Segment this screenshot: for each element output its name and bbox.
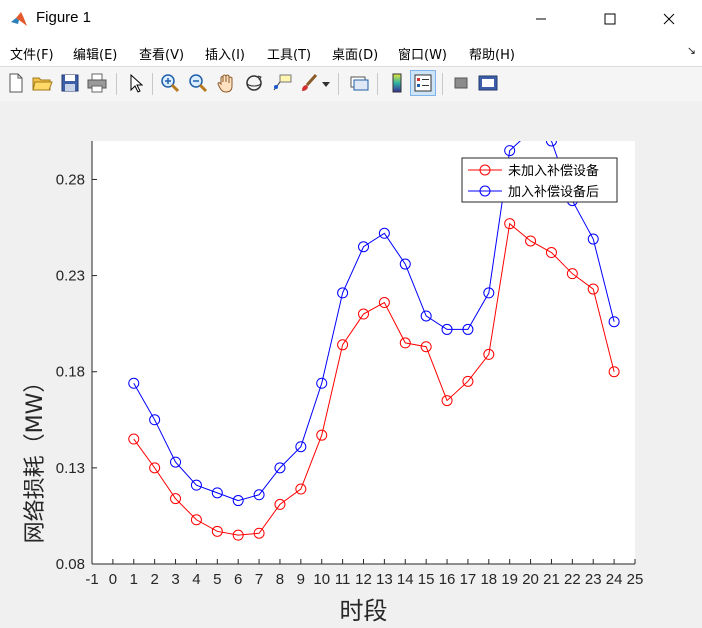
title-bar: Figure 1 [0, 0, 702, 38]
pan-hand-icon[interactable] [215, 72, 237, 94]
x-tick-label: 23 [585, 571, 602, 588]
x-tick-label: 21 [543, 571, 560, 588]
y-tick-label: 0.13 [56, 460, 85, 477]
x-tick-label: 12 [355, 571, 372, 588]
window-title: Figure 1 [36, 9, 92, 26]
menu-view[interactable]: 查看(V) [139, 44, 184, 63]
y-tick-label: 0.23 [56, 268, 85, 285]
insert-legend-icon[interactable] [412, 72, 434, 94]
x-tick-label: 22 [564, 571, 581, 588]
x-tick-label: 6 [234, 571, 242, 588]
legend-label-2: 加入补偿设备后 [508, 184, 599, 200]
menu-insert[interactable]: 插入(I) [205, 44, 245, 63]
x-tick-label: 7 [255, 571, 263, 588]
x-tick-label: 10 [313, 571, 330, 588]
minimize-button[interactable] [518, 0, 564, 38]
print-icon[interactable] [86, 72, 108, 94]
x-tick-label: 2 [150, 571, 158, 588]
minimize-icon [536, 18, 546, 20]
x-tick-label: 5 [213, 571, 221, 588]
figure-toolbar [0, 66, 702, 102]
dock-arrow-icon[interactable]: ↘ [687, 44, 696, 57]
open-file-icon[interactable] [31, 72, 53, 94]
legend-label-1: 未加入补偿设备 [508, 163, 599, 179]
close-button[interactable] [646, 0, 692, 38]
show-plot-tools-icon[interactable] [477, 72, 499, 94]
brush-icon[interactable] [298, 72, 320, 94]
x-tick-label: 17 [460, 571, 477, 588]
zoom-in-icon[interactable] [159, 72, 181, 94]
x-axis-label: 时段 [340, 597, 388, 625]
x-tick-label: 19 [501, 571, 518, 588]
zoom-out-icon[interactable] [187, 72, 209, 94]
y-axis-label: 网络损耗（MW） [23, 371, 48, 544]
x-tick-label: 8 [276, 571, 284, 588]
x-tick-label: 14 [397, 571, 414, 588]
brush-dropdown-icon[interactable] [322, 80, 330, 88]
y-tick-label: 0.08 [56, 556, 85, 573]
hide-plot-tools-icon[interactable] [450, 72, 472, 94]
x-tick-label: 16 [439, 571, 456, 588]
data-cursor-icon[interactable] [271, 72, 293, 94]
x-tick-label: 3 [171, 571, 179, 588]
menu-window[interactable]: 窗口(W) [398, 44, 447, 63]
save-icon[interactable] [59, 72, 81, 94]
x-tick-label: 0 [109, 571, 117, 588]
x-tick-label: -1 [85, 571, 98, 588]
menu-file[interactable]: 文件(F) [10, 44, 54, 63]
x-tick-label: 20 [522, 571, 539, 588]
x-tick-label: 9 [297, 571, 305, 588]
line-chart: -1 0 1 2 3 4 5 6 7 8 9 10 11 12 13 14 15 16 17 18 19 20 21 22 23… [23, 126, 644, 625]
menu-desktop[interactable]: 桌面(D) [332, 44, 378, 63]
x-tick-label: 24 [606, 571, 623, 588]
x-tick-label: 25 [627, 571, 644, 588]
x-tick-label: 13 [376, 571, 393, 588]
x-tick-label: 1 [130, 571, 138, 588]
x-tick-label: 15 [418, 571, 435, 588]
menu-tools[interactable]: 工具(T) [267, 44, 311, 63]
maximize-icon [604, 13, 616, 25]
pointer-icon[interactable] [124, 72, 146, 94]
figure-canvas: -1 0 1 2 3 4 5 6 7 8 9 10 11 12 13 14 15 16 17 18 19 20 21 22 23… [0, 101, 702, 628]
y-tick-label: 0.28 [56, 171, 85, 188]
close-icon [663, 13, 675, 25]
x-tick-label: 11 [335, 571, 351, 588]
data-point [526, 126, 536, 136]
new-figure-icon[interactable] [5, 72, 27, 94]
x-tick-label: 4 [192, 571, 200, 588]
y-tick-label: 0.18 [56, 364, 85, 381]
link-plot-icon[interactable] [348, 72, 370, 94]
matlab-logo-icon [11, 12, 27, 26]
axes-background [92, 141, 635, 564]
menu-bar: 文件(F) 编辑(E) 查看(V) 插入(I) 工具(T) 桌面(D) 窗口(W… [0, 38, 702, 66]
rotate-3d-icon[interactable] [243, 72, 265, 94]
x-tick-label: 18 [480, 571, 497, 588]
maximize-button[interactable] [587, 0, 633, 38]
menu-help[interactable]: 帮助(H) [469, 44, 515, 63]
insert-colorbar-icon[interactable] [386, 72, 408, 94]
menu-edit[interactable]: 编辑(E) [73, 44, 117, 63]
